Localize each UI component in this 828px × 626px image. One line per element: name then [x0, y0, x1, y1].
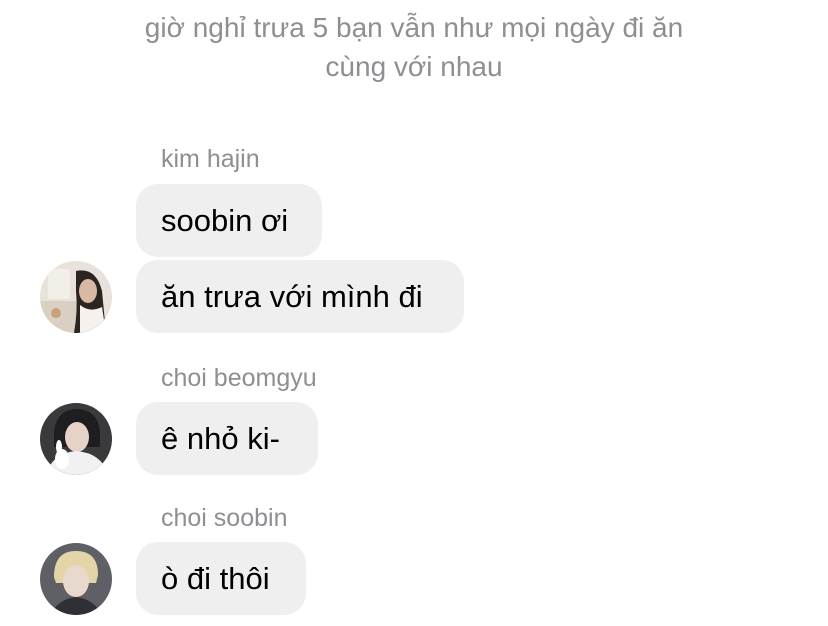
narration-text: giờ nghỉ trưa 5 bạn vẫn như mọi ngày đi … [60, 8, 768, 86]
message-bubble[interactable]: soobin ơi [136, 184, 322, 257]
narration-line-1: giờ nghỉ trưa 5 bạn vẫn như mọi ngày đi … [144, 12, 684, 43]
avatar-beomgyu[interactable] [40, 403, 112, 475]
sender-name-soobin: choi soobin [161, 504, 288, 532]
profile-photo-hajin-icon [40, 261, 112, 333]
message-bubble[interactable]: ê nhỏ ki- [136, 402, 318, 475]
profile-photo-soobin-icon [40, 543, 112, 615]
sender-name-hajin: kim hajin [161, 145, 260, 173]
avatar-hajin[interactable] [40, 261, 112, 333]
message-bubble[interactable]: ăn trưa với mình đi [136, 260, 464, 333]
profile-photo-beomgyu-icon [40, 403, 112, 475]
message-bubble[interactable]: ò đi thôi [136, 542, 306, 615]
avatar-soobin[interactable] [40, 543, 112, 615]
sender-name-beomgyu: choi beomgyu [161, 364, 317, 392]
narration-line-2: cùng với nhau [325, 51, 503, 82]
